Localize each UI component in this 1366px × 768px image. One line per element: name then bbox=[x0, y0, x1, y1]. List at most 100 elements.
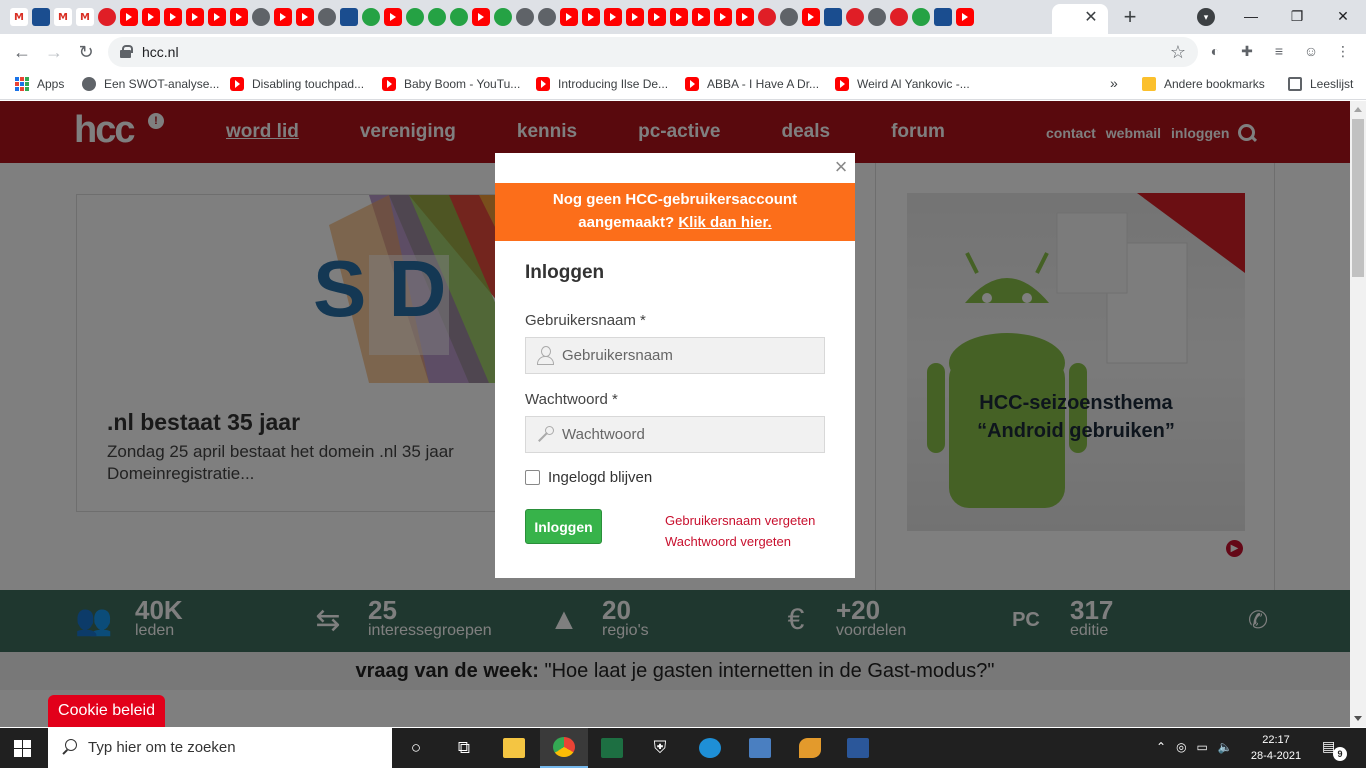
youtube-tab-icon[interactable] bbox=[274, 8, 292, 26]
bookmark-item[interactable]: Baby Boom - YouTu... bbox=[382, 77, 520, 91]
tab-icon[interactable] bbox=[494, 8, 512, 26]
word-icon[interactable] bbox=[834, 728, 882, 768]
lock-icon[interactable] bbox=[120, 45, 133, 58]
youtube-tab-icon[interactable] bbox=[120, 8, 138, 26]
volume-icon[interactable]: 🔈 bbox=[1218, 740, 1233, 754]
youtube-tab-icon[interactable] bbox=[142, 8, 160, 26]
bookmark-item[interactable]: ABBA - I Have A Dr... bbox=[685, 77, 819, 91]
security-app-icon[interactable]: ⛨ bbox=[636, 728, 684, 768]
youtube-tab-icon[interactable] bbox=[714, 8, 732, 26]
bird-app-icon[interactable] bbox=[786, 728, 834, 768]
task-view-icon[interactable]: ⧉ bbox=[440, 728, 488, 768]
close-icon[interactable]: × bbox=[833, 154, 849, 179]
edge-icon[interactable] bbox=[686, 728, 734, 768]
excel-icon[interactable] bbox=[588, 728, 636, 768]
tab-icon[interactable] bbox=[362, 8, 380, 26]
meet-now-icon[interactable]: ◎ bbox=[1176, 740, 1186, 754]
youtube-tab-icon[interactable] bbox=[604, 8, 622, 26]
youtube-tab-icon[interactable] bbox=[692, 8, 710, 26]
youtube-tab-icon[interactable] bbox=[802, 8, 820, 26]
youtube-tab-icon[interactable] bbox=[560, 8, 578, 26]
tab-icon[interactable] bbox=[98, 8, 116, 26]
scroll-thumb[interactable] bbox=[1352, 119, 1364, 277]
windows-start-icon[interactable] bbox=[14, 740, 31, 757]
bookmark-star-icon[interactable]: ☆ bbox=[1170, 42, 1186, 63]
tab-icon[interactable] bbox=[32, 8, 50, 26]
alert-tab-icon[interactable] bbox=[846, 8, 864, 26]
tab-icon[interactable] bbox=[406, 8, 424, 26]
forgot-password-link[interactable]: Wachtwoord vergeten bbox=[665, 531, 815, 552]
register-link[interactable]: Klik dan hier. bbox=[678, 214, 771, 231]
url-text[interactable]: hcc.nl bbox=[142, 44, 179, 60]
youtube-tab-icon[interactable] bbox=[296, 8, 314, 26]
cortana-icon[interactable]: ○ bbox=[392, 728, 440, 768]
taskbar-search[interactable]: Typ hier om te zoeken bbox=[48, 728, 392, 768]
globe-tab-icon[interactable] bbox=[252, 8, 270, 26]
youtube-tab-icon[interactable] bbox=[670, 8, 688, 26]
profile-avatar[interactable]: ☺ bbox=[1302, 42, 1320, 60]
bookmark-apps[interactable]: Apps bbox=[15, 77, 64, 91]
tab-icon[interactable] bbox=[450, 8, 468, 26]
new-tab-button[interactable]: + bbox=[1118, 4, 1142, 29]
bookmarks-overflow-button[interactable]: » bbox=[1110, 75, 1118, 91]
file-explorer-icon[interactable] bbox=[490, 728, 538, 768]
globe-tab-icon[interactable] bbox=[780, 8, 798, 26]
globe-tab-icon[interactable] bbox=[516, 8, 534, 26]
youtube-tab-icon[interactable] bbox=[648, 8, 666, 26]
other-bookmarks[interactable]: Andere bookmarks bbox=[1142, 77, 1265, 91]
gmail-tab-icon[interactable]: M bbox=[54, 8, 72, 26]
globe-tab-icon[interactable] bbox=[868, 8, 886, 26]
battery-icon[interactable]: ▭ bbox=[1197, 740, 1208, 754]
tab-search-icon[interactable]: ▾ bbox=[1197, 8, 1215, 26]
close-window-button[interactable]: ✕ bbox=[1320, 0, 1366, 32]
puzzle-icon[interactable]: ✚ bbox=[1238, 42, 1256, 60]
back-icon[interactable]: ← bbox=[10, 40, 34, 64]
whatsapp-tab-icon[interactable] bbox=[912, 8, 930, 26]
scroll-down-arrow[interactable] bbox=[1354, 716, 1362, 721]
page-scrollbar[interactable] bbox=[1350, 101, 1366, 727]
address-bar[interactable]: hcc.nl ☆ bbox=[108, 37, 1198, 67]
youtube-tab-icon[interactable] bbox=[582, 8, 600, 26]
alert-tab-icon[interactable] bbox=[758, 8, 776, 26]
youtube-tab-icon[interactable] bbox=[626, 8, 644, 26]
reading-list[interactable]: Leeslijst bbox=[1288, 77, 1353, 91]
chevron-up-icon[interactable]: ⌃ bbox=[1156, 740, 1166, 754]
username-input[interactable] bbox=[562, 338, 822, 373]
chrome-icon[interactable] bbox=[540, 728, 588, 768]
forgot-username-link[interactable]: Gebruikersnaam vergeten bbox=[665, 510, 815, 531]
password-input[interactable] bbox=[562, 417, 822, 452]
login-button[interactable]: Inloggen bbox=[525, 509, 602, 544]
tab-icon[interactable] bbox=[428, 8, 446, 26]
youtube-tab-icon[interactable] bbox=[956, 8, 974, 26]
extension-icon[interactable]: ◐ bbox=[1206, 42, 1224, 60]
tab-icon[interactable] bbox=[340, 8, 358, 26]
minimize-button[interactable]: — bbox=[1228, 0, 1274, 32]
youtube-tab-icon[interactable] bbox=[186, 8, 204, 26]
bookmark-item[interactable]: Introducing Ilse De... bbox=[536, 77, 668, 91]
menu-dots-icon[interactable]: ⋮ bbox=[1334, 42, 1352, 60]
media-control-icon[interactable]: ≡ bbox=[1270, 42, 1288, 60]
reload-icon[interactable]: ↻ bbox=[74, 40, 98, 64]
youtube-tab-icon[interactable] bbox=[164, 8, 182, 26]
youtube-tab-icon[interactable] bbox=[384, 8, 402, 26]
globe-tab-icon[interactable] bbox=[538, 8, 556, 26]
gmail-tab-icon[interactable]: M bbox=[76, 8, 94, 26]
youtube-tab-icon[interactable] bbox=[736, 8, 754, 26]
youtube-tab-icon[interactable] bbox=[208, 8, 226, 26]
tab-icon[interactable] bbox=[824, 8, 842, 26]
remember-me-checkbox[interactable] bbox=[525, 470, 540, 485]
network-app-icon[interactable] bbox=[736, 728, 784, 768]
remember-me-label[interactable]: Ingelogd blijven bbox=[548, 469, 652, 486]
maximize-button[interactable]: ❐ bbox=[1274, 0, 1320, 32]
bookmark-item[interactable]: Disabling touchpad... bbox=[230, 77, 364, 91]
bookmark-item[interactable]: Weird Al Yankovic -... bbox=[835, 77, 970, 91]
gmail-tab-icon[interactable]: M bbox=[10, 8, 28, 26]
youtube-tab-icon[interactable] bbox=[472, 8, 490, 26]
scroll-up-arrow[interactable] bbox=[1354, 107, 1362, 112]
close-tab-icon[interactable]: ✕ bbox=[1082, 8, 1100, 26]
tab-icon[interactable] bbox=[934, 8, 952, 26]
bookmark-item[interactable]: Een SWOT-analyse... bbox=[82, 77, 219, 91]
cookie-policy-button[interactable]: Cookie beleid bbox=[48, 695, 165, 727]
globe-tab-icon[interactable] bbox=[318, 8, 336, 26]
clock[interactable]: 22:17 28-4-2021 bbox=[1248, 732, 1304, 764]
